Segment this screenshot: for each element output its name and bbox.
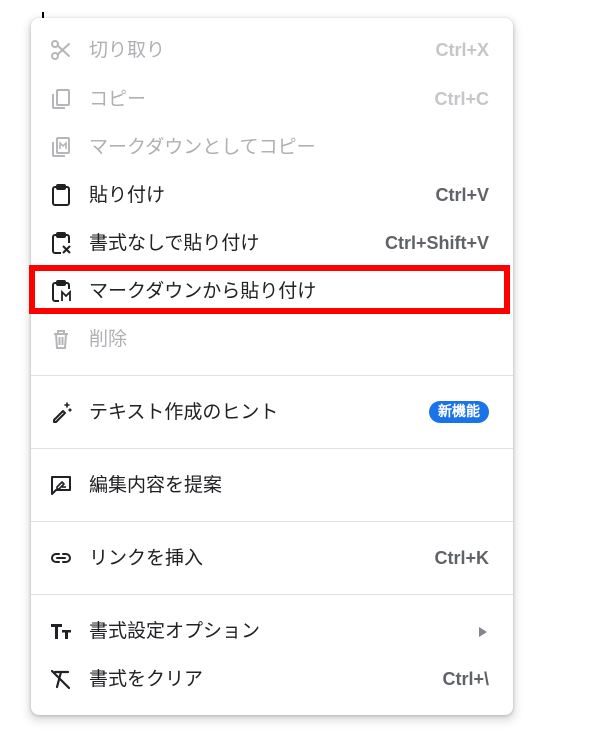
menu-item-shortcut: Ctrl+X	[435, 40, 489, 60]
menu-item-shortcut: Ctrl+\	[442, 669, 489, 689]
menu-item-label: 削除	[89, 328, 128, 350]
menu-item-copy[interactable]: コピー Ctrl+C	[31, 79, 513, 119]
clipboard-icon	[49, 183, 73, 207]
menu-item-paste-plain[interactable]: 書式なしで貼り付け Ctrl+Shift+V	[31, 223, 513, 263]
magic-pen-icon	[49, 400, 73, 424]
menu-item-shortcut: Ctrl+V	[435, 185, 489, 205]
submenu-arrow-icon	[479, 627, 487, 637]
text-size-icon	[49, 619, 73, 643]
menu-item-paste-markdown[interactable]: マークダウンから貼り付け	[31, 271, 513, 311]
markdown-copy-icon	[49, 135, 73, 159]
menu-item-label: 切り取り	[89, 39, 166, 61]
trash-icon	[49, 327, 73, 351]
format-clear-icon	[49, 667, 73, 691]
menu-item-copy-markdown[interactable]: マークダウンとしてコピー	[31, 127, 513, 167]
menu-item-paste[interactable]: 貼り付け Ctrl+V	[31, 175, 513, 215]
menu-item-label: 書式をクリア	[89, 668, 204, 690]
menu-item-writing-hint[interactable]: テキスト作成のヒント 新機能	[31, 392, 513, 432]
menu-item-shortcut: Ctrl+Shift+V	[384, 233, 489, 253]
menu-item-label: コピー	[89, 88, 147, 110]
menu-divider	[31, 448, 513, 449]
menu-item-delete[interactable]: 削除	[31, 319, 513, 359]
menu-item-insert-link[interactable]: リンクを挿入 Ctrl+K	[31, 538, 513, 578]
clipboard-markdown-icon	[49, 279, 73, 303]
menu-item-clear-format[interactable]: 書式をクリア Ctrl+\	[31, 659, 513, 699]
scissors-icon	[49, 38, 73, 62]
new-feature-badge: 新機能	[429, 401, 489, 423]
menu-item-label: 貼り付け	[89, 184, 166, 206]
copy-icon	[49, 87, 73, 111]
menu-divider	[31, 375, 513, 376]
suggest-edit-icon	[49, 473, 73, 497]
menu-item-label: 書式なしで貼り付け	[89, 232, 260, 254]
menu-divider	[31, 594, 513, 595]
clipboard-format-clear-icon	[49, 231, 73, 255]
menu-item-label: マークダウンから貼り付け	[89, 280, 317, 302]
menu-item-label: テキスト作成のヒント	[89, 401, 279, 423]
menu-item-label: リンクを挿入	[89, 547, 204, 569]
menu-item-format-options[interactable]: 書式設定オプション	[31, 611, 513, 651]
menu-item-label: 編集内容を提案	[89, 474, 223, 496]
menu-item-label: マークダウンとしてコピー	[89, 136, 316, 158]
menu-item-shortcut: Ctrl+K	[434, 548, 489, 568]
menu-item-suggest-edits[interactable]: 編集内容を提案	[31, 465, 513, 505]
menu-item-label: 書式設定オプション	[89, 620, 261, 642]
menu-divider	[31, 521, 513, 522]
menu-item-cut[interactable]: 切り取り Ctrl+X	[31, 30, 513, 70]
context-menu: 切り取り Ctrl+X コピー Ctrl+C マークダウンとしてコピー 貼り付け…	[31, 18, 513, 715]
link-icon	[49, 546, 73, 570]
menu-item-shortcut: Ctrl+C	[434, 89, 489, 109]
